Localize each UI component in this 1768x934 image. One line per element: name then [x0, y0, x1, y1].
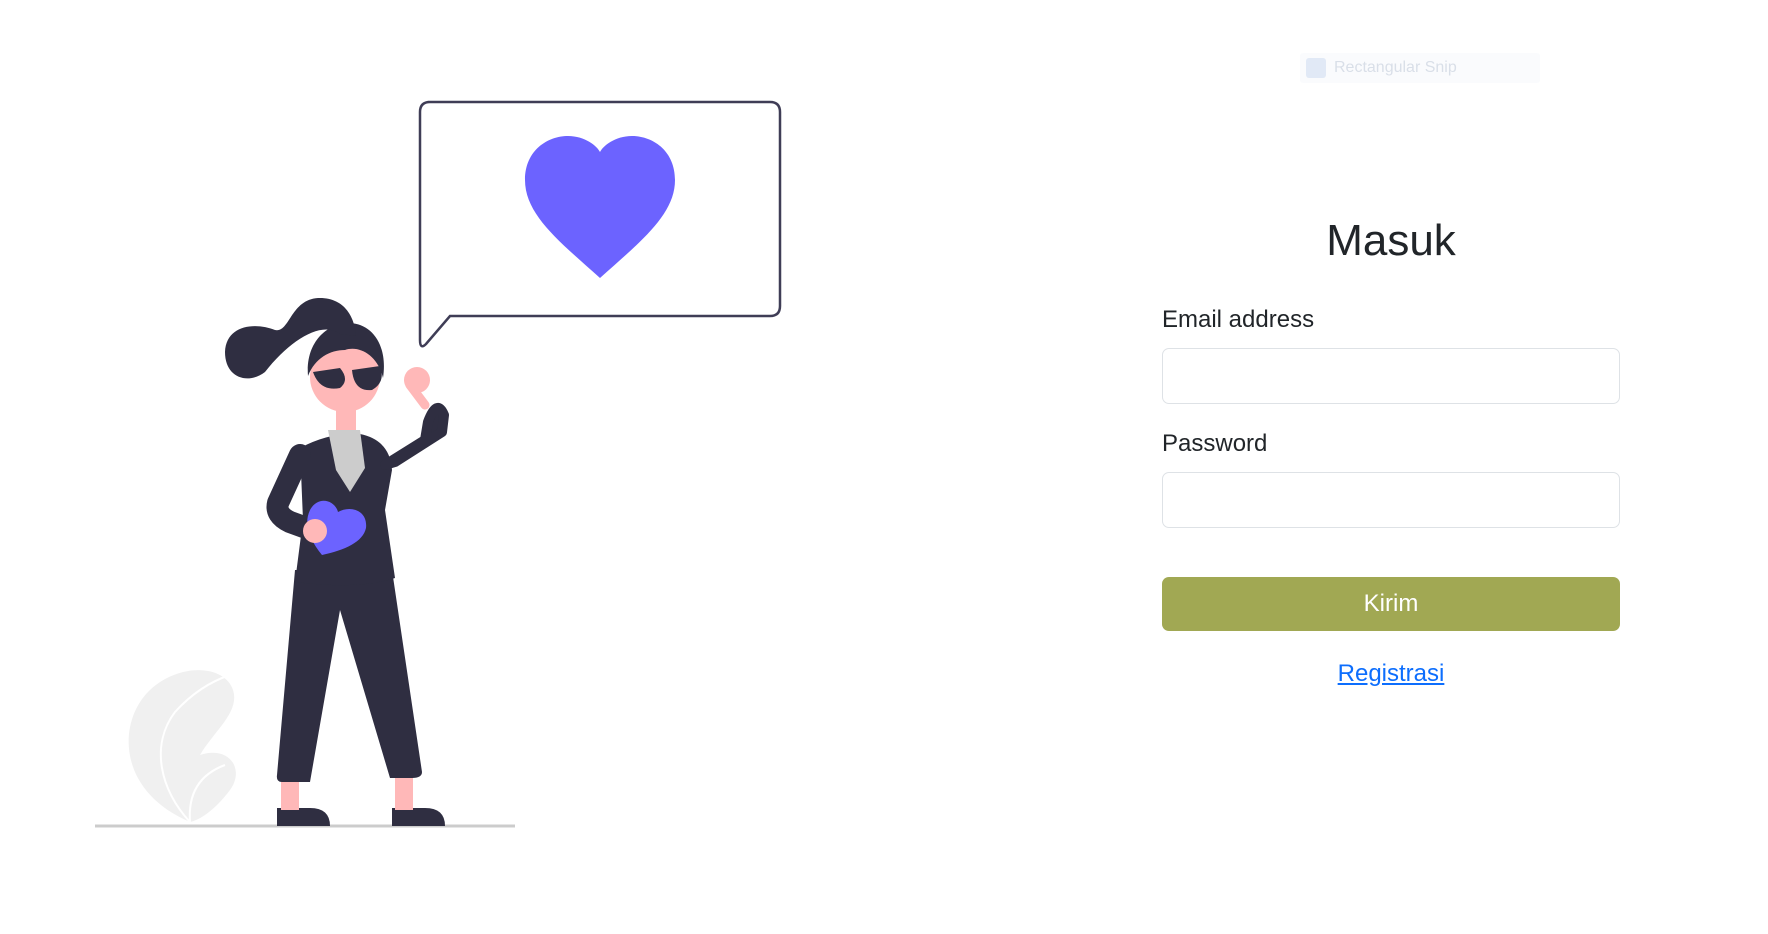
woman-figure	[225, 297, 449, 826]
email-group: Email address	[1162, 306, 1620, 404]
email-label: Email address	[1162, 305, 1315, 333]
register-link[interactable]: Registrasi	[1338, 660, 1445, 687]
scissors-icon	[1306, 58, 1326, 78]
password-field[interactable]	[1162, 471, 1620, 528]
snip-overlay-label: Rectangular Snip	[1334, 59, 1457, 76]
password-group: Password	[1162, 430, 1620, 528]
snip-overlay: Rectangular Snip	[1300, 53, 1540, 83]
register-wrap: Registrasi	[1162, 660, 1620, 688]
login-page: Rectangular Snip Masuk Email address Pas…	[0, 0, 1768, 934]
submit-button[interactable]: Kirim	[1162, 576, 1620, 631]
love-illustration	[95, 100, 782, 828]
password-label: Password	[1162, 429, 1268, 457]
page-title: Masuk	[1326, 216, 1456, 265]
email-field[interactable]	[1162, 347, 1620, 404]
plant-icon	[128, 670, 236, 823]
login-form: Masuk Email address Password Kirim Regis…	[1162, 215, 1620, 688]
